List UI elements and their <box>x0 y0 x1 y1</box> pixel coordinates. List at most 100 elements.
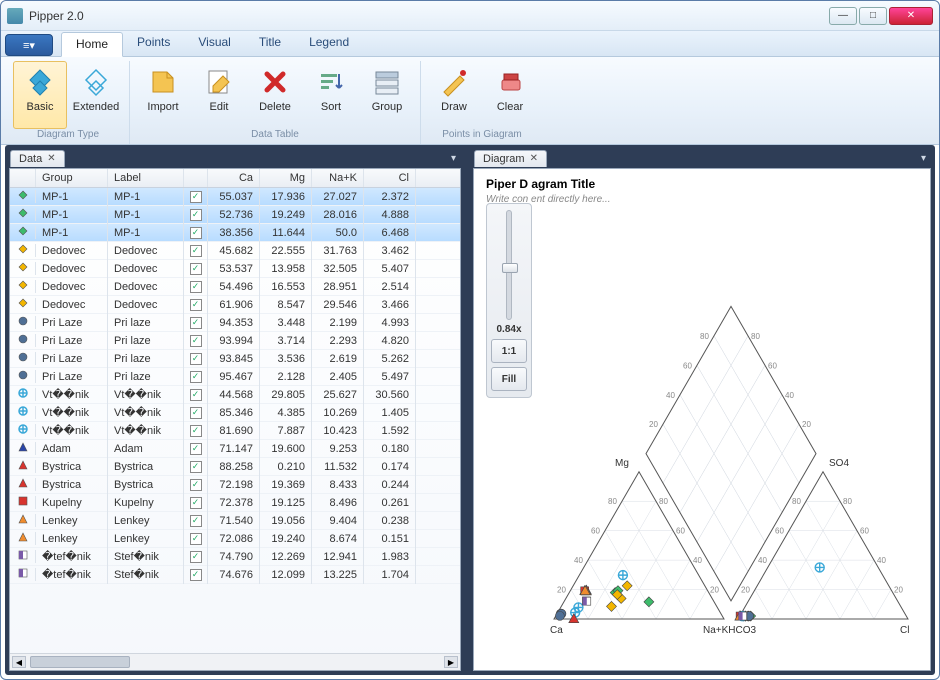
close-icon[interactable]: ✕ <box>47 153 55 164</box>
group-label: Group <box>372 101 403 113</box>
table-row[interactable]: Vt��nikVt��nik✓81.6907.88710.4231.592 <box>10 422 460 440</box>
horizontal-scrollbar[interactable]: ◀ ▶ <box>10 653 460 670</box>
pane-options-icon[interactable]: ▾ <box>451 153 460 164</box>
checkbox-icon[interactable]: ✓ <box>190 263 202 275</box>
ribbon-tab-visual[interactable]: Visual <box>184 31 244 56</box>
group-cell: Kupelny <box>36 494 108 512</box>
checkbox-icon[interactable]: ✓ <box>190 515 202 527</box>
checkbox-icon[interactable]: ✓ <box>190 407 202 419</box>
zoom-fill-button[interactable]: Fill <box>491 367 527 391</box>
maximize-button[interactable]: □ <box>859 7 887 25</box>
mg-cell: 3.536 <box>260 350 312 368</box>
table-row[interactable]: Pri LazePri laze✓95.4672.1282.4055.497 <box>10 368 460 386</box>
checkbox-icon[interactable]: ✓ <box>190 389 202 401</box>
checkbox-icon[interactable]: ✓ <box>190 299 202 311</box>
checkbox-icon[interactable]: ✓ <box>190 371 202 383</box>
scroll-right-icon[interactable]: ▶ <box>444 656 458 668</box>
table-row[interactable]: BystricaBystrica✓72.19819.3698.4330.244 <box>10 476 460 494</box>
checkbox-icon[interactable]: ✓ <box>190 335 202 347</box>
file-menu-button[interactable]: ≡▾ <box>5 34 53 56</box>
table-row[interactable]: Vt��nikVt��nik✓44.56829.80525.62730.560 <box>10 386 460 404</box>
column-header[interactable]: Cl <box>364 169 416 187</box>
table-row[interactable]: Pri LazePri laze✓94.3533.4482.1994.993 <box>10 314 460 332</box>
svg-text:60: 60 <box>768 361 777 370</box>
visible-cell: ✓ <box>184 349 208 368</box>
sort-label: Sort <box>321 101 341 113</box>
zoom-thumb[interactable] <box>502 263 518 273</box>
label-cell: Pri laze <box>108 332 184 350</box>
table-row[interactable]: DedovecDedovec✓53.53713.95832.5055.407 <box>10 260 460 278</box>
zoom-slider[interactable] <box>506 210 512 320</box>
table-row[interactable]: DedovecDedovec✓61.9068.54729.5463.466 <box>10 296 460 314</box>
group-button[interactable]: Group <box>360 61 414 129</box>
checkbox-icon[interactable]: ✓ <box>190 281 202 293</box>
ribbon-tab-legend[interactable]: Legend <box>295 31 363 56</box>
ribbon-tab-points[interactable]: Points <box>123 31 184 56</box>
column-header[interactable] <box>10 169 36 187</box>
column-header[interactable]: Label <box>108 169 184 187</box>
table-row[interactable]: LenkeyLenkey✓72.08619.2408.6740.151 <box>10 530 460 548</box>
diagram-tab[interactable]: Diagram ✕ <box>474 150 547 167</box>
table-row[interactable]: KupelnyKupelny✓72.37819.1258.4960.261 <box>10 494 460 512</box>
pane-options-icon[interactable]: ▾ <box>921 153 930 164</box>
table-row[interactable]: AdamAdam✓71.14719.6009.2530.180 <box>10 440 460 458</box>
sort-button[interactable]: Sort <box>304 61 358 129</box>
zoom-11-button[interactable]: 1:1 <box>491 339 527 363</box>
ribbon-tab-title[interactable]: Title <box>245 31 295 56</box>
column-header[interactable] <box>184 169 208 187</box>
checkbox-icon[interactable]: ✓ <box>190 479 202 491</box>
checkbox-icon[interactable]: ✓ <box>190 191 202 203</box>
table-row[interactable]: Pri LazePri laze✓93.9943.7142.2934.820 <box>10 332 460 350</box>
edit-label: Edit <box>210 101 229 113</box>
column-header[interactable]: Group <box>36 169 108 187</box>
table-row[interactable]: DedovecDedovec✓54.49616.55328.9512.514 <box>10 278 460 296</box>
checkbox-icon[interactable]: ✓ <box>190 533 202 545</box>
nak-cell: 9.253 <box>312 440 364 458</box>
draw-label: Draw <box>441 101 467 113</box>
data-grid: GroupLabel CaMgNa+KCl MP-1MP-1✓55.03717.9… <box>10 169 460 670</box>
checkbox-icon[interactable]: ✓ <box>190 227 202 239</box>
table-row[interactable]: BystricaBystrica✓88.2580.21011.5320.174 <box>10 458 460 476</box>
column-header[interactable]: Na+K <box>312 169 364 187</box>
checkbox-icon[interactable]: ✓ <box>190 209 202 221</box>
draw-button[interactable]: Draw <box>427 61 481 129</box>
checkbox-icon[interactable]: ✓ <box>190 497 202 509</box>
table-row[interactable]: Vt��nikVt��nik✓85.3464.38510.2691.405 <box>10 404 460 422</box>
column-header[interactable]: Mg <box>260 169 312 187</box>
table-row[interactable]: LenkeyLenkey✓71.54019.0569.4040.238 <box>10 512 460 530</box>
checkbox-icon[interactable]: ✓ <box>190 461 202 473</box>
checkbox-icon[interactable]: ✓ <box>190 443 202 455</box>
checkbox-icon[interactable]: ✓ <box>190 551 202 563</box>
visible-cell: ✓ <box>184 205 208 224</box>
table-row[interactable]: MP-1MP-1✓38.35611.64450.06.468 <box>10 224 460 242</box>
checkbox-icon[interactable]: ✓ <box>190 245 202 257</box>
marker-cell <box>10 334 36 347</box>
table-row[interactable]: DedovecDedovec✓45.68222.55531.7633.462 <box>10 242 460 260</box>
ribbon-tab-home[interactable]: Home <box>61 32 123 57</box>
delete-label: Delete <box>259 101 291 113</box>
basic-button[interactable]: Basic <box>13 61 67 129</box>
table-row[interactable]: Pri LazePri laze✓93.8453.5362.6195.262 <box>10 350 460 368</box>
edit-button[interactable]: Edit <box>192 61 246 129</box>
clear-button[interactable]: Clear <box>483 61 537 129</box>
diagram-canvas[interactable]: Piper D agram Title Write con ent direct… <box>474 169 930 670</box>
close-icon[interactable]: ✕ <box>530 153 538 164</box>
minimize-button[interactable]: — <box>829 7 857 25</box>
import-button[interactable]: Import <box>136 61 190 129</box>
table-row[interactable]: �tef�nikStef�nik✓74.67612.09913.2251.704 <box>10 566 460 584</box>
table-row[interactable]: MP-1MP-1✓55.03717.93627.0272.372 <box>10 188 460 206</box>
extended-button[interactable]: Extended <box>69 61 123 129</box>
checkbox-icon[interactable]: ✓ <box>190 353 202 365</box>
scroll-left-icon[interactable]: ◀ <box>12 656 26 668</box>
checkbox-icon[interactable]: ✓ <box>190 317 202 329</box>
checkbox-icon[interactable]: ✓ <box>190 425 202 437</box>
marker-cell <box>10 190 36 203</box>
table-row[interactable]: MP-1MP-1✓52.73619.24928.0164.888 <box>10 206 460 224</box>
column-header[interactable]: Ca <box>208 169 260 187</box>
checkbox-icon[interactable]: ✓ <box>190 569 202 581</box>
scroll-thumb[interactable] <box>30 656 130 668</box>
table-row[interactable]: �tef�nikStef�nik✓74.79012.26912.9411.983 <box>10 548 460 566</box>
data-tab[interactable]: Data ✕ <box>10 150 65 167</box>
close-button[interactable]: ✕ <box>889 7 933 25</box>
delete-button[interactable]: Delete <box>248 61 302 129</box>
